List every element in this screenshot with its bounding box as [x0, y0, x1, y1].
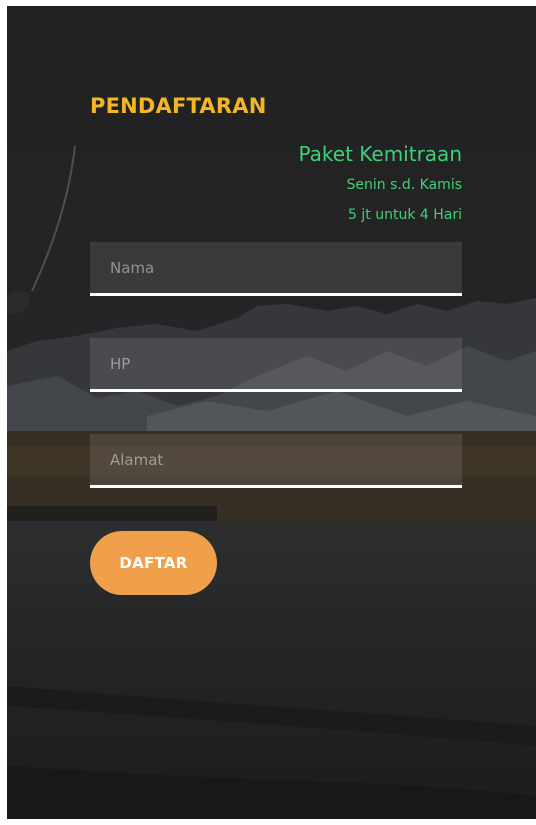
submit-button[interactable]: DAFTAR: [90, 531, 217, 595]
registration-form: PENDAFTARAN Paket Kemitraan Senin s.d. K…: [7, 6, 536, 819]
address-input[interactable]: [90, 434, 462, 488]
package-price: 5 jt untuk 4 Hari: [348, 207, 462, 223]
package-name: Paket Kemitraan: [298, 142, 462, 166]
phone-input[interactable]: [90, 338, 462, 392]
page-frame: PENDAFTARAN Paket Kemitraan Senin s.d. K…: [7, 6, 536, 819]
form-title: PENDAFTARAN: [90, 94, 267, 118]
name-input[interactable]: [90, 242, 462, 296]
package-schedule: Senin s.d. Kamis: [346, 177, 462, 193]
